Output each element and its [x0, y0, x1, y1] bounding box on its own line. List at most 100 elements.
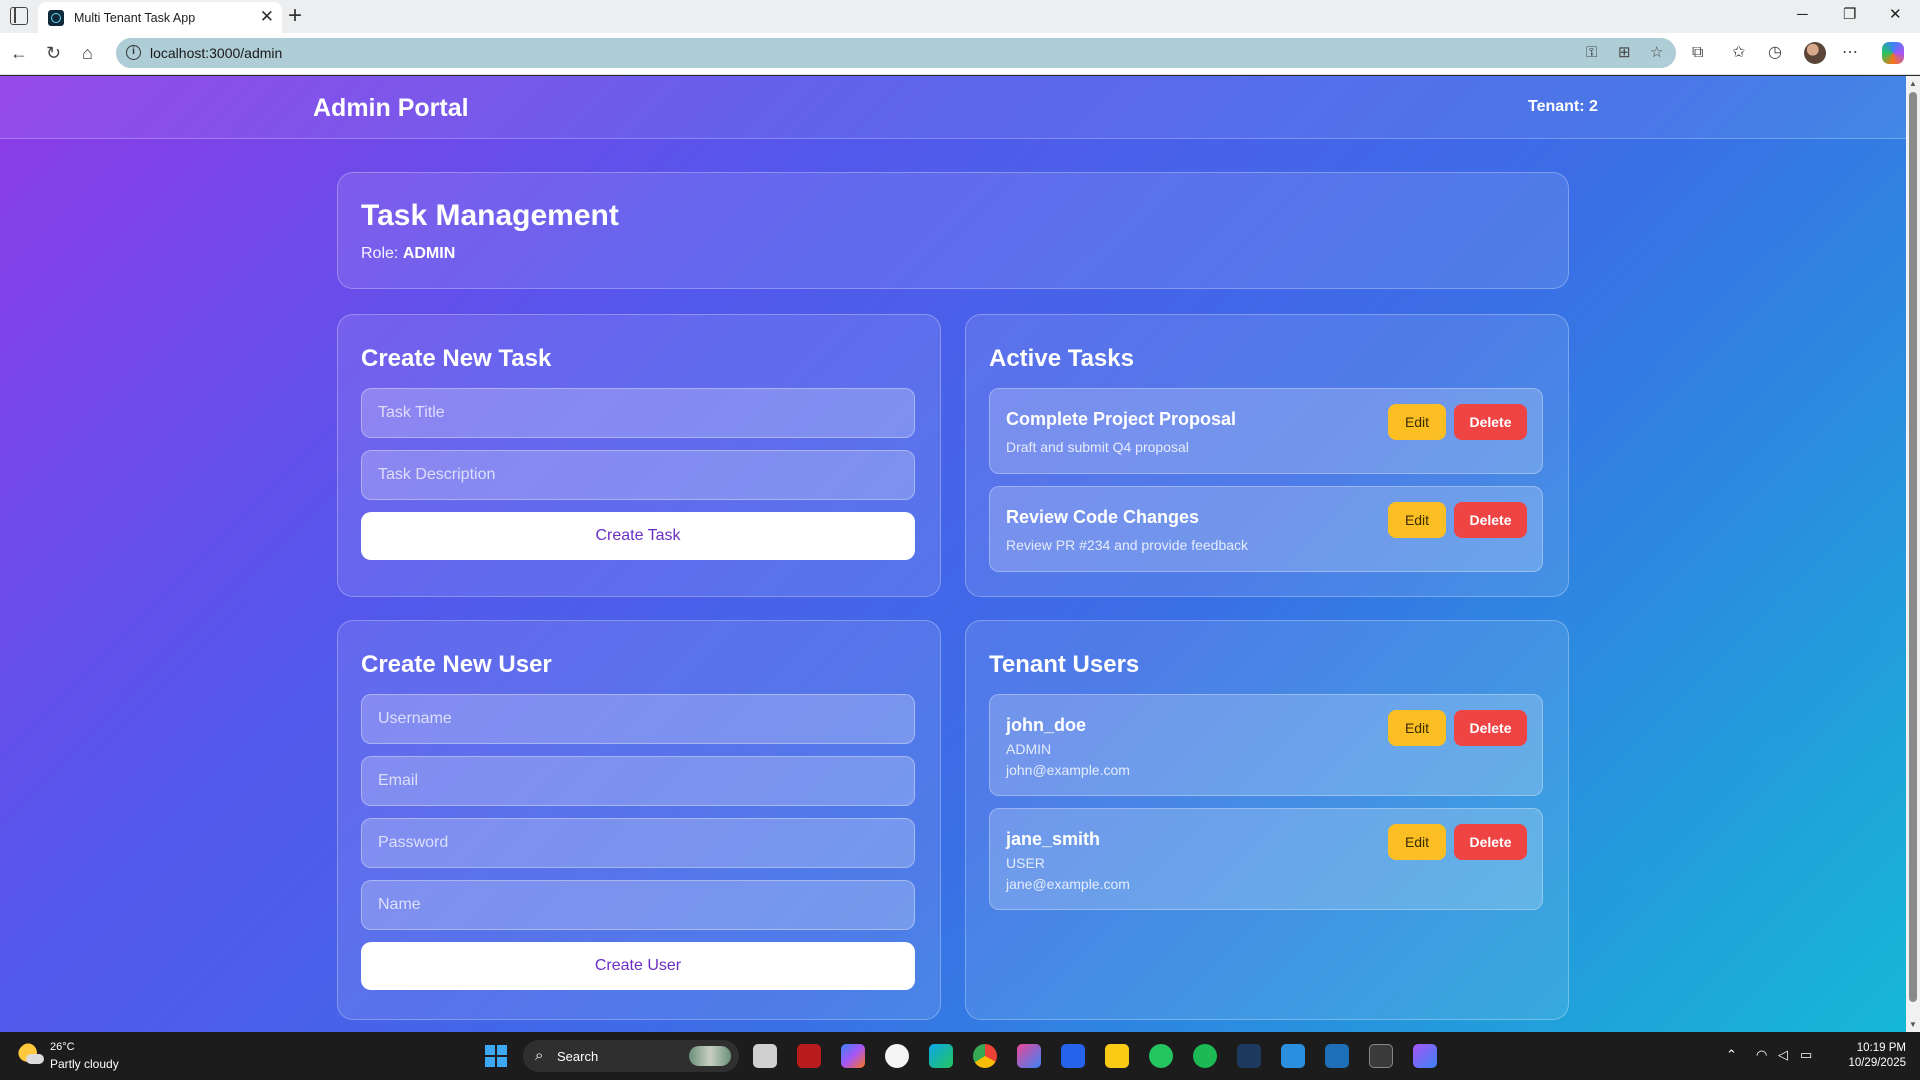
scroll-down-icon[interactable]: ▼	[1909, 1020, 1917, 1029]
user-email: jane@example.com	[1006, 876, 1130, 892]
tab-title: Multi Tenant Task App	[74, 11, 196, 25]
refresh-icon[interactable]: ↻	[46, 43, 61, 63]
photos-icon[interactable]	[1325, 1044, 1349, 1068]
user-role: ADMIN	[1006, 741, 1052, 757]
system-clock[interactable]: 10:19 PM 10/29/2025	[1836, 1041, 1906, 1071]
spring-tool-icon[interactable]	[1149, 1044, 1173, 1068]
user-username: john_doe	[1006, 715, 1086, 735]
edit-task-button[interactable]: Edit	[1388, 404, 1446, 440]
edit-user-button[interactable]: Edit	[1388, 710, 1446, 746]
portal-title: Admin Portal	[313, 94, 469, 122]
url-text[interactable]: localhost:3000/admin	[150, 45, 282, 61]
task-management-banner: Task Management Role: ADMIN	[337, 172, 1569, 289]
create-user-panel: Create New User Create User	[337, 620, 941, 1020]
profile-avatar[interactable]	[1804, 42, 1826, 64]
delete-task-button[interactable]: Delete	[1454, 404, 1527, 440]
delete-user-button[interactable]: Delete	[1454, 710, 1527, 746]
delete-user-button[interactable]: Delete	[1454, 824, 1527, 860]
wifi-icon[interactable]: ◠	[1756, 1046, 1767, 1064]
weather-description[interactable]: Partly cloudy	[50, 1057, 119, 1071]
site-info-icon[interactable]: i	[126, 45, 141, 60]
task-description: Review PR #234 and provide feedback	[1006, 537, 1249, 553]
battery-icon[interactable]: ▭	[1800, 1046, 1812, 1064]
windows-start-icon[interactable]	[485, 1045, 507, 1067]
task-title: Review Code Changes	[1006, 507, 1200, 527]
history-icon[interactable]: ◷	[1768, 43, 1782, 63]
browser-tab-bar: Multi Tenant Task App ✕ + ─ ❐ ✕	[0, 0, 1920, 33]
task-title: Complete Project Proposal	[1006, 409, 1237, 429]
browser-toolbar: ← ↻ ⌂ i localhost:3000/admin ⚿ ⊞ ☆ ⧉ ✩ ◷…	[0, 33, 1920, 75]
weather-temperature[interactable]: 26°C	[50, 1041, 75, 1053]
taskbar-search[interactable]: ⌕ Search	[523, 1040, 739, 1072]
user-item: john_doe ADMIN john@example.com Edit Del…	[989, 694, 1543, 796]
back-icon[interactable]: ←	[10, 43, 28, 63]
active-tasks-heading: Active Tasks	[989, 345, 1134, 372]
role-label: Role:	[361, 245, 399, 262]
address-bar[interactable]: i localhost:3000/admin ⚿ ⊞ ☆	[116, 38, 1676, 68]
volume-icon[interactable]: ◁	[1778, 1046, 1788, 1064]
tab-actions-icon[interactable]	[10, 7, 28, 25]
create-task-button[interactable]: Create Task	[361, 512, 915, 560]
edge-browser-icon[interactable]	[929, 1044, 953, 1068]
app-red-icon[interactable]	[797, 1044, 821, 1068]
more-menu-icon[interactable]: ⋯	[1842, 43, 1858, 63]
create-task-heading: Create New Task	[361, 345, 552, 372]
edit-task-button[interactable]: Edit	[1388, 502, 1446, 538]
email-input[interactable]	[361, 756, 915, 806]
create-user-button[interactable]: Create User	[361, 942, 915, 990]
scroll-up-icon[interactable]: ▲	[1909, 79, 1917, 88]
app-header: Admin Portal Tenant: 2	[0, 76, 1906, 139]
task-view-icon[interactable]	[753, 1044, 777, 1068]
app-leaf-icon[interactable]	[885, 1044, 909, 1068]
password-key-icon[interactable]: ⚿	[1586, 44, 1597, 62]
new-tab-button[interactable]: +	[288, 3, 302, 29]
spotify-icon[interactable]	[1193, 1044, 1217, 1068]
clock-date: 10/29/2025	[1848, 1057, 1906, 1069]
search-highlight-image	[689, 1046, 731, 1066]
weather-icon[interactable]	[18, 1043, 44, 1067]
tab-close-icon[interactable]: ✕	[260, 8, 274, 26]
scroll-thumb[interactable]	[1909, 92, 1917, 1002]
task-title-input[interactable]	[361, 388, 915, 438]
app-available-icon[interactable]: ⊞	[1618, 44, 1631, 62]
file-explorer-icon[interactable]	[1105, 1044, 1129, 1068]
chrome-icon[interactable]	[973, 1044, 997, 1068]
active-tasks-panel: Active Tasks Complete Project Proposal D…	[965, 314, 1569, 597]
favorite-star-icon[interactable]: ☆	[1650, 44, 1663, 62]
minimize-button[interactable]: ─	[1797, 6, 1808, 24]
task-item: Complete Project Proposal Draft and subm…	[989, 388, 1543, 474]
username-input[interactable]	[361, 694, 915, 744]
database-tool-icon[interactable]	[1237, 1044, 1261, 1068]
favorites-icon[interactable]: ✩	[1732, 43, 1745, 63]
windows-taskbar: 26°C Partly cloudy ⌕ Search ⌃ ◠ ◁ ▭ 10:1…	[0, 1032, 1920, 1080]
task-description-input[interactable]	[361, 450, 915, 500]
search-icon: ⌕	[535, 1047, 544, 1064]
clock-time: 10:19 PM	[1856, 1042, 1906, 1054]
terminal-icon[interactable]	[1369, 1044, 1393, 1068]
tenant-users-heading: Tenant Users	[989, 651, 1140, 678]
vscode-icon[interactable]	[1281, 1044, 1305, 1068]
intellij-icon[interactable]	[1017, 1044, 1041, 1068]
page-scrollbar[interactable]: ▲ ▼	[1906, 76, 1920, 1032]
edit-user-button[interactable]: Edit	[1388, 824, 1446, 860]
close-window-button[interactable]: ✕	[1889, 6, 1902, 24]
webstorm-icon[interactable]	[1413, 1044, 1437, 1068]
password-input[interactable]	[361, 818, 915, 868]
name-input[interactable]	[361, 880, 915, 930]
page-title: Task Management	[361, 199, 619, 232]
maximize-button[interactable]: ❐	[1843, 6, 1856, 24]
page-viewport: Admin Portal Tenant: 2 Task Management R…	[0, 76, 1906, 1032]
tray-overflow-icon[interactable]: ⌃	[1726, 1046, 1737, 1064]
delete-task-button[interactable]: Delete	[1454, 502, 1527, 538]
create-user-heading: Create New User	[361, 651, 552, 678]
copilot-icon[interactable]	[1882, 42, 1904, 64]
extensions-icon[interactable]: ⧉	[1692, 43, 1703, 63]
store-icon[interactable]	[1061, 1044, 1085, 1068]
browser-tab[interactable]: Multi Tenant Task App ✕	[38, 2, 282, 33]
copilot-app-icon[interactable]	[841, 1044, 865, 1068]
tenant-indicator: Tenant: 2	[1528, 98, 1598, 115]
react-favicon-icon	[48, 10, 64, 26]
home-icon[interactable]: ⌂	[82, 43, 93, 63]
user-email: john@example.com	[1006, 762, 1130, 778]
role-value: ADMIN	[402, 245, 456, 262]
